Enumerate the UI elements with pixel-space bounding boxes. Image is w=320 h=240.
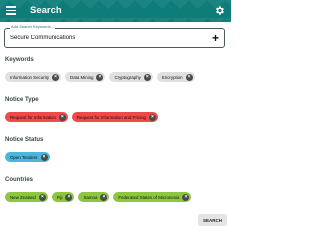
chip-label: Data Mining [70, 74, 94, 80]
chip-label: New Zealand [10, 194, 36, 200]
chip[interactable]: Request for Information × [5, 112, 68, 122]
close-icon[interactable]: × [52, 73, 60, 81]
close-icon[interactable]: × [100, 193, 108, 201]
chip[interactable]: Open Tenders × [5, 152, 50, 162]
app-bar: Search [0, 0, 231, 22]
plus-icon[interactable]: + [212, 32, 219, 44]
chip-label: Samoa [83, 194, 98, 200]
chip-label: Information Security [10, 74, 50, 80]
chip-row-keywords: Information Security × Data Mining × Cryptog… [5, 72, 195, 82]
close-icon[interactable]: × [65, 193, 73, 201]
close-icon[interactable]: × [148, 113, 156, 121]
chip[interactable]: Federated States of Micronesia × [113, 192, 192, 202]
search-input[interactable] [10, 35, 200, 41]
search-field[interactable]: Add Search Keywords... + [4, 24, 225, 48]
close-icon[interactable]: × [58, 113, 66, 121]
chip[interactable]: Information Security × [5, 72, 62, 82]
section-title-countries: Countries [5, 177, 34, 183]
close-icon[interactable]: × [40, 153, 48, 161]
page-title: Search [30, 5, 62, 16]
chip-row-notice-type: Request for Information × Request for Info… [5, 112, 158, 122]
close-icon[interactable]: × [38, 193, 46, 201]
chip-label: Cryptography [114, 74, 141, 80]
chip[interactable]: Data Mining × [65, 72, 106, 82]
search-field-label: Add Search Keywords... [10, 24, 55, 29]
chip[interactable]: Fiji × [51, 192, 75, 202]
menu-icon[interactable] [6, 6, 16, 15]
chip[interactable]: New Zealand × [5, 192, 48, 202]
close-icon[interactable]: × [182, 193, 190, 201]
close-icon[interactable]: × [96, 73, 104, 81]
gear-icon[interactable] [214, 5, 225, 16]
chip-label: Request for Information and Pricing [76, 114, 146, 120]
chip-label: Encryption [161, 74, 183, 80]
chip[interactable]: Samoa × [78, 192, 110, 202]
chip[interactable]: Request for Information and Pricing × [71, 112, 158, 122]
chip-row-countries: New Zealand × Fiji × Samoa × Federated States … [5, 192, 192, 202]
close-icon[interactable]: × [185, 73, 193, 81]
chip-label: Federated States of Micronesia [118, 194, 180, 200]
chip-label: Fiji [56, 194, 63, 200]
close-icon[interactable]: × [143, 73, 151, 81]
chip[interactable]: Encryption × [156, 72, 195, 82]
chip[interactable]: Cryptography × [109, 72, 153, 82]
chip-row-notice-status: Open Tenders × [5, 152, 50, 162]
chip-label: Open Tenders [10, 154, 38, 160]
section-title-keywords: Keywords [5, 57, 34, 63]
section-title-notice-status: Notice Status [5, 137, 44, 143]
chip-label: Request for Information [10, 114, 56, 120]
section-title-notice-type: Notice Type [5, 97, 39, 103]
search-button[interactable]: SEARCH [198, 214, 227, 226]
